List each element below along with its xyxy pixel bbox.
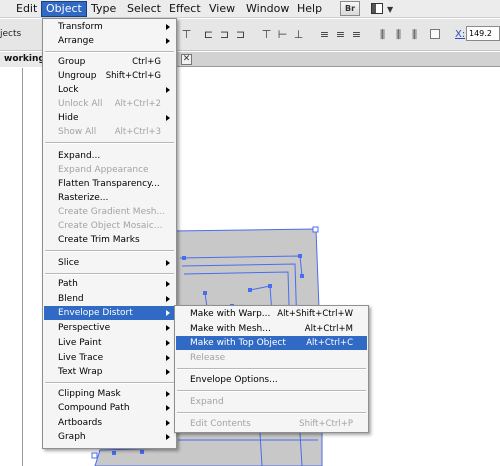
menu-item-text-wrap[interactable]: Text Wrap xyxy=(44,365,175,379)
menu-item-live-paint[interactable]: Live Paint xyxy=(44,336,175,350)
menu-type[interactable]: Type xyxy=(87,2,120,16)
align-top-icon[interactable]: ⊤ xyxy=(260,28,273,41)
menu-separator xyxy=(45,250,174,252)
menu-item-show-all: Show All Alt+Ctrl+3 xyxy=(58,127,161,137)
align-bottom-icon[interactable]: ⊥ xyxy=(292,28,305,41)
menu-item-clipping-mask[interactable]: Clipping Mask xyxy=(44,387,175,401)
menu-item-transform[interactable]: Transform xyxy=(44,20,175,34)
submenu-arrow-icon xyxy=(166,325,170,331)
submenu-arrow-icon xyxy=(166,355,170,361)
menu-item-ungroup[interactable]: Ungroup Shift+Ctrl+G xyxy=(44,69,175,83)
x-coordinate-label[interactable]: X: xyxy=(455,29,465,40)
distribute-bottom-icon[interactable]: ≡ xyxy=(350,28,363,41)
selection-handle xyxy=(91,452,98,459)
align-horizontal-center-icon[interactable]: ⊐ xyxy=(218,28,231,41)
menu-item-unlock-all: Unlock All Alt+Ctrl+2 xyxy=(58,99,161,109)
menu-item-edit-contents: Edit Contents Shift+Ctrl+P xyxy=(190,419,353,429)
menu-separator xyxy=(177,368,366,370)
menu-help[interactable]: Help xyxy=(293,2,326,16)
chevron-down-icon: ▼ xyxy=(387,5,394,14)
menu-item-expand-envelope: Expand xyxy=(190,397,224,407)
close-icon[interactable]: ✕ xyxy=(181,54,192,65)
menu-separator xyxy=(45,273,174,275)
menu-item-create-trim-marks[interactable]: Create Trim Marks xyxy=(44,233,175,247)
menu-item-envelope-options[interactable]: Envelope Options... xyxy=(176,373,367,387)
document-tab[interactable]: working xyxy=(0,52,45,67)
menu-window[interactable]: Window xyxy=(242,2,293,16)
submenu-arrow-icon xyxy=(166,260,170,266)
menu-item-live-trace[interactable]: Live Trace xyxy=(44,351,175,365)
align-right-icon[interactable]: ⊐ xyxy=(234,28,247,41)
selection-handle xyxy=(312,226,319,233)
menu-item-make-with-mesh[interactable]: Make with Mesh... Alt+Ctrl+M xyxy=(176,322,367,336)
menu-item-make-with-top-object[interactable]: Make with Top Object Alt+Ctrl+C xyxy=(176,336,367,350)
menu-item-group[interactable]: Group Ctrl+G xyxy=(44,55,175,69)
menu-separator xyxy=(177,390,366,392)
menu-separator xyxy=(45,382,174,384)
transform-reference-checkbox[interactable] xyxy=(430,29,440,39)
submenu-arrow-icon xyxy=(166,281,170,287)
menu-select[interactable]: Select xyxy=(123,2,165,16)
envelope-distort-submenu: Make with Warp... Alt+Shift+Ctrl+W Make w… xyxy=(174,305,369,433)
distribute-top-icon[interactable]: ≡ xyxy=(318,28,331,41)
menu-item-expand-appearance: Expand Appearance xyxy=(58,165,149,175)
align-vertical-center-icon[interactable]: ⊢ xyxy=(276,28,289,41)
submenu-arrow-icon xyxy=(166,434,170,440)
menu-separator xyxy=(45,51,174,53)
menu-item-hide[interactable]: Hide xyxy=(44,111,175,125)
submenu-arrow-icon xyxy=(166,405,170,411)
menu-separator xyxy=(177,412,366,414)
menu-item-lock[interactable]: Lock xyxy=(44,83,175,97)
menu-item-artboards[interactable]: Artboards xyxy=(44,416,175,430)
submenu-arrow-icon xyxy=(166,340,170,346)
distribute-right-icon[interactable]: ⫼ xyxy=(408,28,421,41)
selection-type-label: jects xyxy=(0,29,22,39)
menu-separator xyxy=(45,142,174,144)
menu-edit[interactable]: Edit xyxy=(12,2,41,16)
menu-item-flatten-transparency[interactable]: Flatten Transparency... xyxy=(44,177,175,191)
submenu-arrow-icon xyxy=(166,115,170,121)
menu-item-compound-path[interactable]: Compound Path xyxy=(44,401,175,415)
menu-object[interactable]: Object xyxy=(41,1,87,17)
x-coordinate-input[interactable]: 149.2 xyxy=(466,26,500,41)
distribute-hcenter-icon[interactable]: ⫼ xyxy=(392,28,405,41)
submenu-arrow-icon xyxy=(166,310,170,316)
submenu-arrow-icon xyxy=(166,391,170,397)
menu-item-envelope-distort[interactable]: Envelope Distort xyxy=(44,306,175,320)
menu-view[interactable]: View xyxy=(205,2,239,16)
menu-item-make-with-warp[interactable]: Make with Warp... Alt+Shift+Ctrl+W xyxy=(176,307,367,321)
object-menu: Transform Arrange Group Ctrl+G Ungroup Shi… xyxy=(42,18,177,449)
submenu-arrow-icon xyxy=(166,420,170,426)
menu-item-slice[interactable]: Slice xyxy=(44,256,175,270)
menu-item-expand[interactable]: Expand... xyxy=(44,149,175,163)
menu-item-create-gradient-mesh: Create Gradient Mesh... xyxy=(58,207,166,217)
align-left-icon[interactable]: ⊏ xyxy=(202,28,215,41)
submenu-arrow-icon xyxy=(166,24,170,30)
menu-item-rasterize[interactable]: Rasterize... xyxy=(44,191,175,205)
distribute-left-icon[interactable]: ⫼ xyxy=(376,28,389,41)
submenu-arrow-icon xyxy=(166,296,170,302)
menu-item-blend[interactable]: Blend xyxy=(44,292,175,306)
menu-bar: Edit Object Type Select Effect View Wind… xyxy=(0,0,500,18)
workspace-switcher-button[interactable]: ▼ xyxy=(370,2,396,16)
menu-item-arrange[interactable]: Arrange xyxy=(44,34,175,48)
distribute-center-icon[interactable]: ≡ xyxy=(334,28,347,41)
menu-item-release: Release xyxy=(190,353,226,363)
workspace-icon xyxy=(371,3,383,14)
menu-effect[interactable]: Effect xyxy=(165,2,205,16)
menu-item-path[interactable]: Path xyxy=(44,277,175,291)
submenu-arrow-icon xyxy=(166,87,170,93)
align-options-icon[interactable]: ⊤ xyxy=(180,28,193,41)
menu-item-perspective[interactable]: Perspective xyxy=(44,321,175,335)
submenu-arrow-icon xyxy=(166,38,170,44)
menu-item-graph[interactable]: Graph xyxy=(44,430,175,444)
menu-item-create-object-mosaic: Create Object Mosaic... xyxy=(58,221,163,231)
bridge-button[interactable]: Br xyxy=(340,1,360,16)
submenu-arrow-icon xyxy=(166,369,170,375)
